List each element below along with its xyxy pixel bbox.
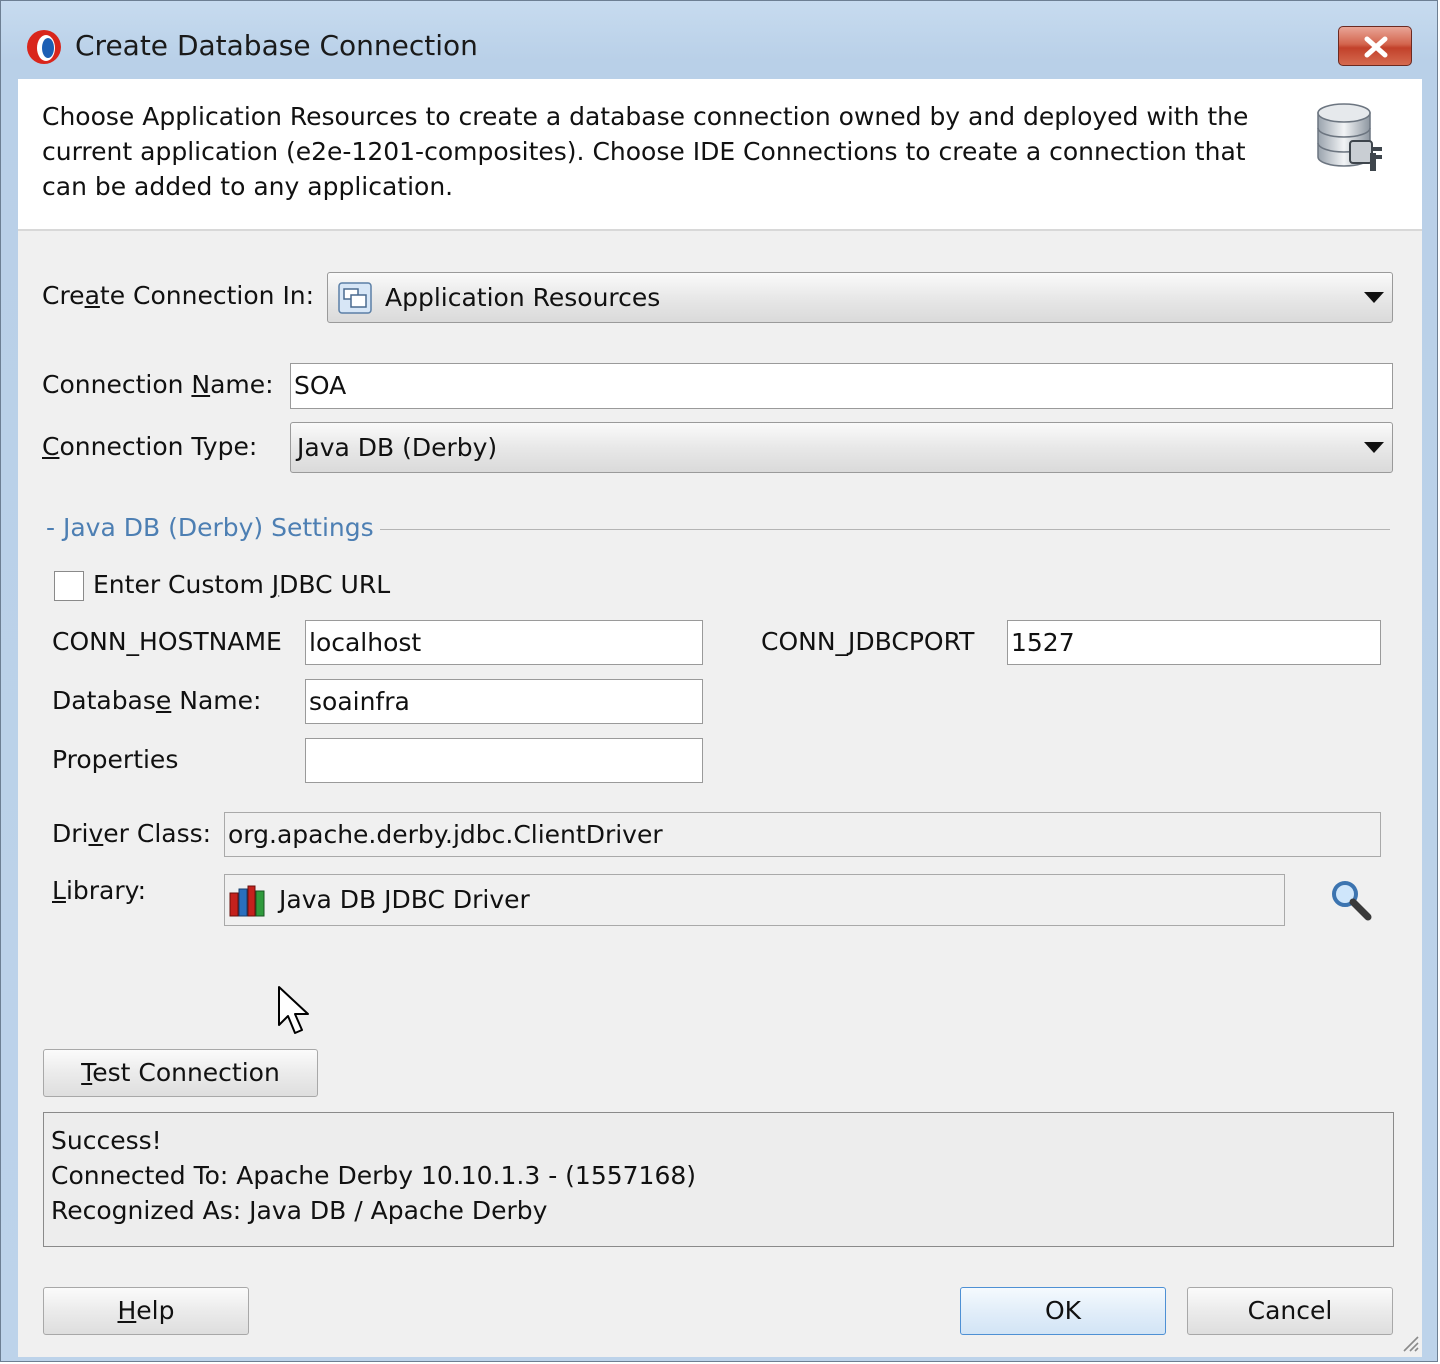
- port-label: CONN_JDBCPORT: [761, 627, 975, 656]
- resize-grip-icon[interactable]: [1400, 1333, 1420, 1353]
- result-line: Connected To: Apache Derby 10.10.1.3 - (…: [51, 1161, 697, 1190]
- close-button[interactable]: [1338, 26, 1412, 66]
- dialog-window: Create Database Connection Choose Applic…: [0, 0, 1438, 1362]
- chevron-down-icon: [1364, 291, 1384, 303]
- properties-input[interactable]: [305, 738, 703, 783]
- mouse-cursor-icon: [278, 986, 309, 1034]
- library-field[interactable]: Java DB JDBC Driver: [224, 874, 1285, 926]
- properties-label: Properties: [52, 745, 179, 774]
- settings-section-toggle[interactable]: - Java DB (Derby) Settings: [46, 513, 374, 542]
- section-divider: [380, 529, 1390, 530]
- magnifier-icon[interactable]: [1330, 879, 1374, 921]
- window-title: Create Database Connection: [75, 29, 478, 62]
- database-connection-icon: [1317, 103, 1382, 171]
- library-value: Java DB JDBC Driver: [279, 885, 530, 914]
- hostname-label: CONN_HOSTNAME: [52, 627, 282, 656]
- connection-name-input[interactable]: SOA: [290, 363, 1393, 409]
- connection-type-label: Connection Type:: [42, 432, 258, 461]
- ok-button[interactable]: OK: [960, 1287, 1166, 1335]
- custom-jdbc-url-checkbox[interactable]: [54, 571, 84, 601]
- info-banner: Choose Application Resources to create a…: [18, 79, 1422, 231]
- connection-name-label: Connection Name:: [42, 370, 274, 399]
- test-connection-button[interactable]: Test Connection: [43, 1049, 318, 1097]
- connection-type-select[interactable]: Java DB (Derby): [290, 422, 1393, 473]
- result-line: Success!: [51, 1126, 162, 1155]
- library-label: Library:: [52, 876, 147, 905]
- title-bar[interactable]: Create Database Connection: [1, 1, 1437, 81]
- banner-text: Choose Application Resources to create a…: [42, 102, 1249, 201]
- result-line: Recognized As: Java DB / Apache Derby: [51, 1196, 548, 1225]
- chevron-down-icon: [1364, 441, 1384, 453]
- driver-class-field: org.apache.derby.jdbc.ClientDriver: [224, 812, 1381, 857]
- database-name-input[interactable]: soainfra: [305, 679, 703, 724]
- library-books-icon: [229, 885, 265, 917]
- dialog-client: Choose Application Resources to create a…: [18, 79, 1422, 1357]
- connection-type-value: Java DB (Derby): [297, 433, 498, 462]
- create-in-select[interactable]: Application Resources: [327, 272, 1393, 323]
- help-button[interactable]: Help: [43, 1287, 249, 1335]
- driver-class-label: Driver Class:: [52, 819, 212, 848]
- oracle-icon: [27, 30, 61, 64]
- close-icon: [1364, 36, 1388, 58]
- test-result-area: Success! Connected To: Apache Derby 10.1…: [43, 1112, 1394, 1247]
- database-name-label: Database Name:: [52, 686, 262, 715]
- create-in-value: Application Resources: [385, 283, 661, 312]
- custom-jdbc-url-label[interactable]: Enter Custom JDBC URL: [93, 570, 390, 599]
- create-in-label: Create Connection In:: [42, 281, 315, 310]
- port-input[interactable]: 1527: [1007, 620, 1381, 665]
- cancel-button[interactable]: Cancel: [1187, 1287, 1393, 1335]
- application-resources-icon: [338, 282, 372, 314]
- hostname-input[interactable]: localhost: [305, 620, 703, 665]
